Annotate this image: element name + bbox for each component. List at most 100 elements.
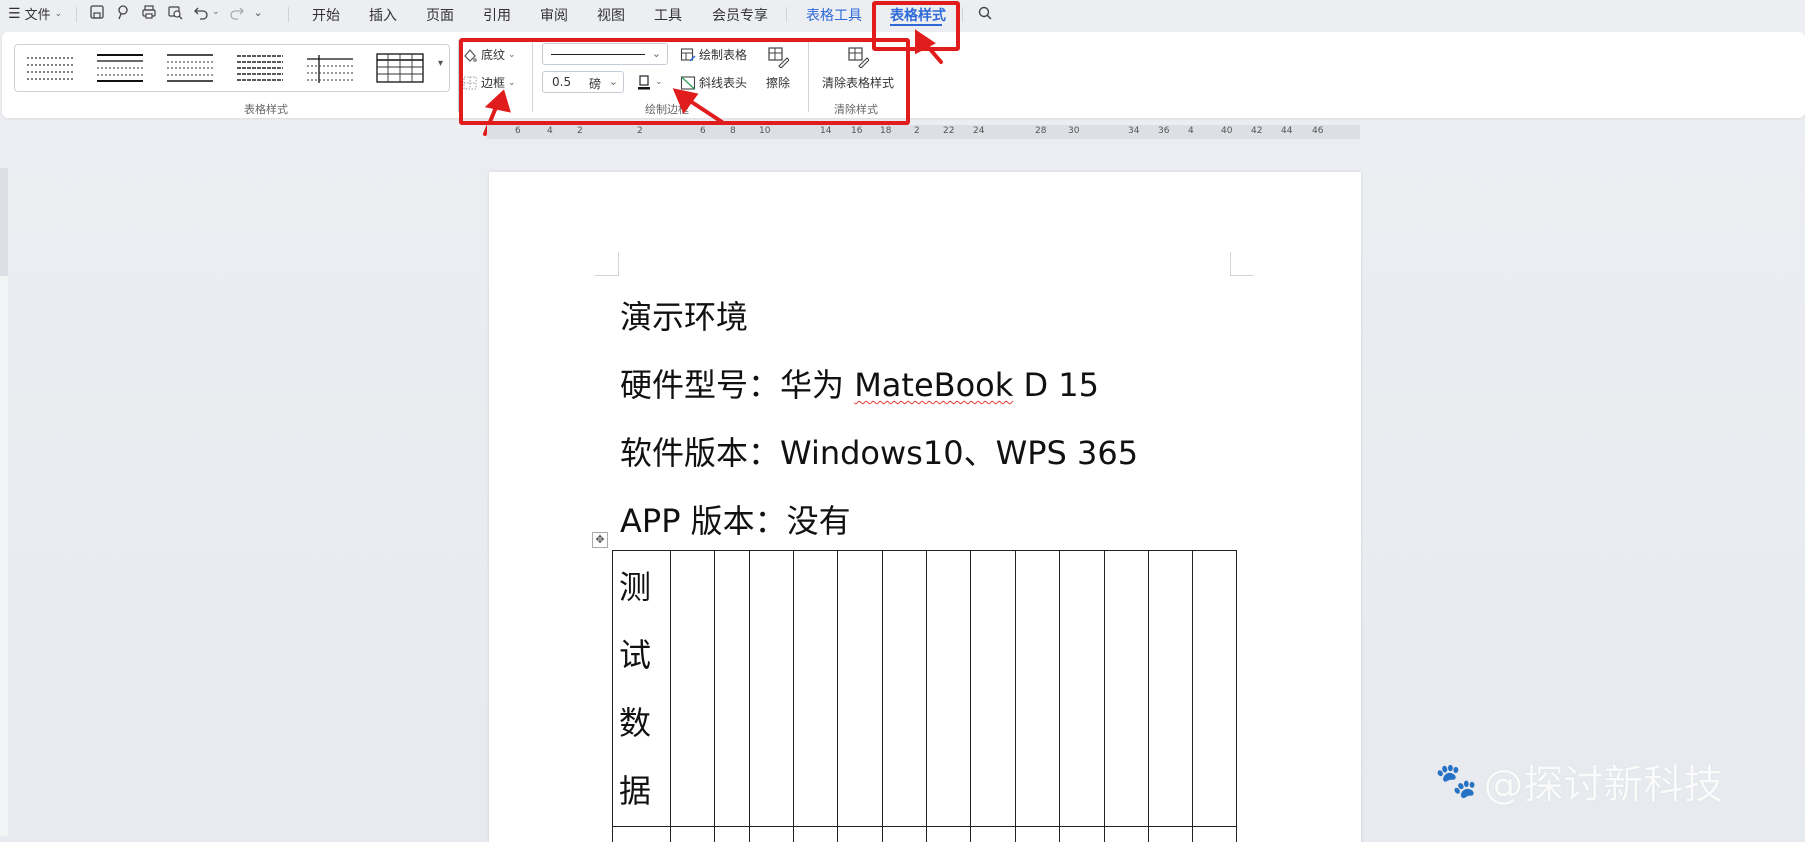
table-cell[interactable]: 测 试 数 据 — [612, 550, 671, 827]
ruler-tick: 2 — [637, 126, 643, 136]
table-style-swatch-4[interactable] — [235, 51, 285, 85]
table-move-handle-icon[interactable]: ✥ — [592, 532, 608, 548]
table-cell[interactable] — [749, 550, 794, 827]
ruler-tick: 24 — [973, 126, 985, 136]
table-cell[interactable] — [882, 550, 927, 827]
ruler-tick: 14 — [820, 126, 832, 136]
table-cell[interactable] — [882, 826, 927, 842]
format-painter-icon[interactable] — [114, 3, 132, 21]
table-cell[interactable] — [670, 826, 715, 842]
tab-page[interactable]: 页面 — [426, 5, 454, 25]
ruler-tick: 4 — [1188, 126, 1194, 136]
ruler-tick: 2 — [914, 126, 920, 136]
table-style-swatch-5[interactable] — [305, 51, 355, 85]
table-style-swatch-3[interactable] — [165, 51, 215, 85]
ruler-tick: 44 — [1281, 126, 1293, 136]
paw-logo-icon: 🐾 — [1435, 761, 1478, 801]
table-cell[interactable] — [970, 550, 1016, 827]
table-cell[interactable] — [926, 826, 971, 842]
file-menu[interactable]: ☰ 文件 ⌄ — [8, 4, 63, 24]
doc-text: 硬件型号：华为 — [620, 366, 855, 404]
table-style-gallery[interactable] — [14, 44, 450, 92]
doc-paragraph[interactable]: APP 版本：没有 — [620, 496, 851, 542]
save-icon[interactable] — [88, 3, 106, 21]
table-cell[interactable] — [1015, 826, 1060, 842]
table-cell[interactable] — [970, 826, 1016, 842]
table-cell[interactable] — [793, 550, 838, 827]
tab-tools[interactable]: 工具 — [654, 5, 682, 25]
margin-corner-top-left — [595, 252, 619, 276]
annotation-box-ribbon — [459, 38, 910, 125]
table-cell[interactable] — [1104, 826, 1149, 842]
table-cell[interactable] — [837, 550, 883, 827]
ruler-tick: 2 — [577, 126, 583, 136]
chevron-down-icon[interactable]: ⌄ — [254, 6, 263, 19]
doc-paragraph[interactable]: 软件版本：Windows10、WPS 365 — [620, 428, 1138, 474]
annotation-box-tab — [872, 1, 960, 51]
table-cell[interactable] — [1192, 550, 1237, 827]
print-icon[interactable] — [140, 3, 158, 21]
doc-text: D 15 — [1013, 366, 1099, 404]
redo-icon[interactable] — [228, 3, 246, 21]
divider — [962, 7, 963, 22]
table-cell[interactable] — [749, 826, 794, 842]
cell-char: 据 — [619, 772, 652, 810]
watermark-text: @探讨新科技 — [1483, 762, 1724, 808]
document-page[interactable]: 演示环境 硬件型号：华为 MateBook D 15 软件版本：Windows1… — [489, 172, 1361, 842]
ruler-tick: 42 — [1251, 126, 1263, 136]
table-cell[interactable] — [793, 826, 838, 842]
file-menu-label: 文件 — [24, 8, 51, 23]
ruler-tick: 40 — [1221, 126, 1233, 136]
table-style-swatch-6[interactable] — [375, 51, 425, 85]
tab-member[interactable]: 会员专享 — [712, 5, 768, 25]
doc-paragraph[interactable]: 硬件型号：华为 MateBook D 15 — [620, 360, 1099, 406]
ruler-tick: 6 — [515, 126, 521, 136]
table-cell[interactable] — [670, 550, 715, 827]
tab-review[interactable]: 审阅 — [540, 5, 568, 25]
cell-char: 试 — [619, 636, 652, 674]
cell-char: 测 — [619, 568, 652, 606]
ruler-tick: 6 — [700, 126, 706, 136]
table-cell[interactable] — [1015, 550, 1060, 827]
ruler-tick: 28 — [1035, 126, 1047, 136]
table-cell[interactable] — [1148, 826, 1193, 842]
vertical-cell-text: 测 试 数 据 — [613, 551, 652, 825]
ruler-tick: 36 — [1158, 126, 1170, 136]
cell-char: 数 — [619, 704, 652, 742]
chevron-down-icon[interactable]: ⌄ — [212, 7, 220, 17]
table-cell[interactable] — [1148, 550, 1193, 827]
horizontal-ruler[interactable]: 6 4 2 2 6 8 10 14 16 18 2 22 24 28 30 34… — [487, 125, 1360, 139]
table-cell[interactable] — [1104, 550, 1149, 827]
table-row: 测 试 数 据 — [612, 550, 1237, 827]
chevron-down-icon: ⌄ — [54, 8, 63, 19]
ruler-tick: 30 — [1068, 126, 1080, 136]
table-cell[interactable] — [1059, 826, 1105, 842]
table-style-swatch-1[interactable] — [25, 51, 75, 85]
table-cell[interactable] — [612, 826, 671, 842]
print-preview-icon[interactable] — [166, 3, 184, 21]
document-table[interactable]: 测 试 数 据 — [612, 550, 1237, 842]
table-cell[interactable] — [1192, 826, 1237, 842]
vertical-ruler[interactable] — [0, 168, 8, 836]
gallery-more-icon[interactable]: ▾ — [438, 58, 443, 69]
ruler-tick: 22 — [943, 126, 955, 136]
tab-table-tools[interactable]: 表格工具 — [806, 5, 862, 25]
table-row — [612, 826, 1237, 842]
search-icon[interactable] — [976, 4, 994, 22]
quick-access-toolbar: ⌄ ⌄ — [88, 3, 263, 21]
tab-insert[interactable]: 插入 — [369, 5, 397, 25]
table-cell[interactable] — [714, 550, 750, 827]
doc-paragraph[interactable]: 演示环境 — [620, 292, 748, 338]
spellcheck-text: MateBook — [854, 366, 1014, 404]
table-cell[interactable] — [837, 826, 883, 842]
tab-reference[interactable]: 引用 — [483, 5, 511, 25]
tab-view[interactable]: 视图 — [597, 5, 625, 25]
table-cell[interactable] — [926, 550, 971, 827]
table-style-swatch-2[interactable] — [95, 51, 145, 85]
table-cell[interactable] — [1059, 550, 1105, 827]
ruler-tick: 4 — [547, 126, 553, 136]
table-cell[interactable] — [714, 826, 750, 842]
undo-icon[interactable] — [192, 3, 210, 21]
ruler-tick: 34 — [1128, 126, 1140, 136]
tab-start[interactable]: 开始 — [312, 5, 340, 25]
